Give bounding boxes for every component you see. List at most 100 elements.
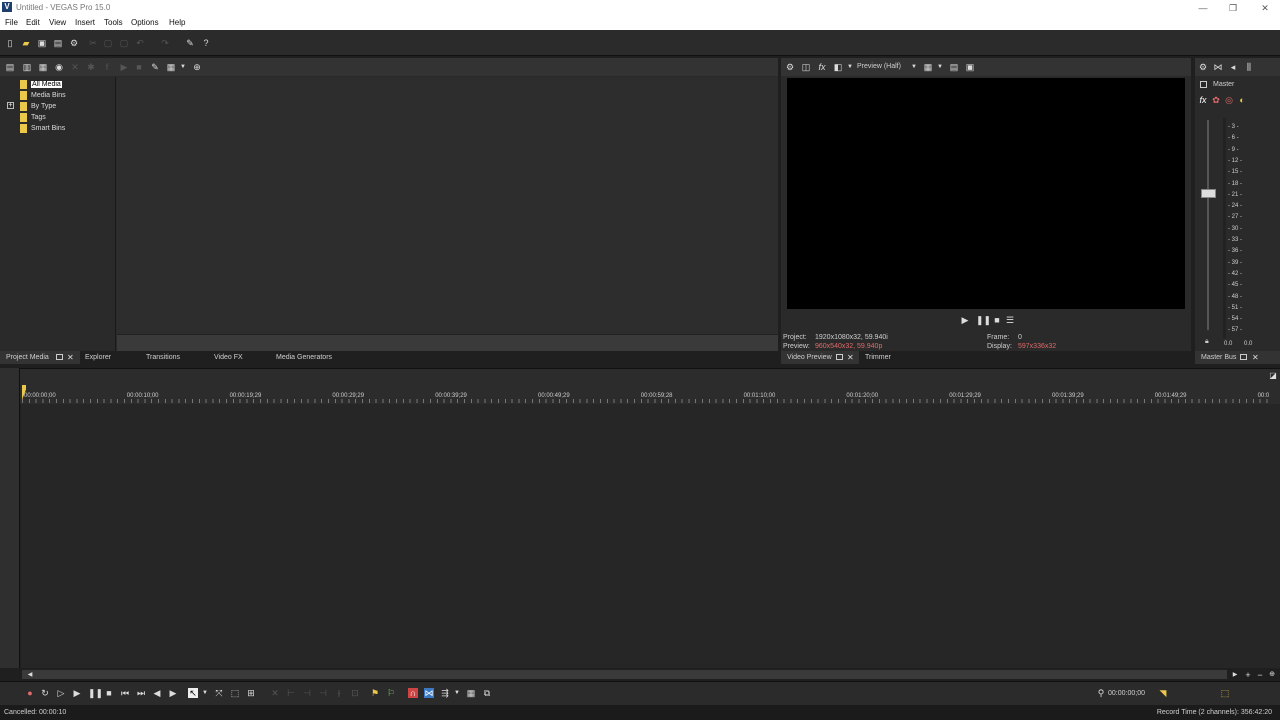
split-dropdown-icon[interactable]: ▼ — [845, 62, 855, 72]
menu-help[interactable]: Help — [169, 18, 185, 27]
timeline-horizontal-scrollbar[interactable] — [22, 670, 1227, 679]
cursor-time[interactable]: 00:00:00;00 — [1108, 690, 1145, 697]
settings-icon[interactable]: ⚙ — [69, 38, 79, 48]
trim-end-icon[interactable]: ⊣ — [318, 688, 328, 698]
timeline-vertical-scrollbar[interactable] — [1267, 404, 1280, 668]
edit-tool-icon[interactable]: ✎ — [185, 38, 195, 48]
redo-icon[interactable]: ↷ — [160, 38, 170, 48]
cut-icon[interactable]: ✂ — [88, 38, 98, 48]
record-icon[interactable]: ● — [25, 688, 35, 698]
preview-menu-icon[interactable]: ☰ — [1005, 315, 1015, 325]
timeline-expand-icon[interactable]: ◪ — [1268, 371, 1278, 381]
master-checkbox[interactable] — [1200, 81, 1207, 88]
zoom-select-icon[interactable]: ⊞ — [246, 688, 256, 698]
zoom-tool-icon[interactable]: ⊕ — [1267, 670, 1277, 680]
ripple-dropdown-icon[interactable]: ▼ — [452, 688, 462, 698]
stop-media-icon[interactable]: ■ — [134, 62, 144, 72]
pause-icon[interactable]: ❚❚ — [88, 688, 103, 698]
menu-view[interactable]: View — [49, 18, 66, 27]
save-as-icon[interactable]: ▤ — [53, 38, 63, 48]
play-from-start-icon[interactable]: ▷ — [56, 688, 66, 698]
tree-item-tags[interactable]: Tags — [20, 112, 46, 122]
preview-quality-select[interactable]: Preview (Half) — [857, 63, 901, 70]
scroll-right-icon[interactable]: ▶ — [1230, 670, 1240, 680]
play-media-icon[interactable]: ▶ — [119, 62, 129, 72]
menu-options[interactable]: Options — [131, 18, 159, 27]
import-media-icon[interactable]: ▤ — [5, 62, 15, 72]
go-to-end-icon[interactable]: ⏭︎ — [136, 688, 146, 698]
master-fx-icon[interactable]: fx — [1198, 95, 1208, 105]
close-tab-icon[interactable]: ✕ — [1252, 353, 1259, 362]
split-screen-icon[interactable]: ◧ — [833, 62, 843, 72]
save-snapshot-icon[interactable]: ▣ — [965, 62, 975, 72]
edit-tool-dropdown-icon[interactable]: ▼ — [200, 688, 210, 698]
tree-item-all-media[interactable]: All Media — [20, 79, 62, 89]
lock-envelopes-icon[interactable]: ▦ — [466, 688, 476, 698]
tab-transitions[interactable]: Transitions — [140, 351, 180, 364]
split-icon[interactable]: ⫲ — [334, 688, 344, 698]
menu-tools[interactable]: Tools — [104, 18, 123, 27]
close-icon[interactable]: ✕ — [1250, 1, 1280, 15]
mixer-settings-icon[interactable]: ⚙ — [1198, 62, 1208, 72]
stop-icon[interactable]: ■ — [104, 688, 114, 698]
master-plugin-icon[interactable]: ✿ — [1211, 95, 1221, 105]
selection-tool-icon[interactable]: ⬚ — [230, 688, 240, 698]
close-tab-icon[interactable]: ✕ — [847, 353, 854, 362]
maximize-icon[interactable]: ❐ — [1218, 1, 1248, 15]
master-fader-track[interactable] — [1207, 120, 1209, 330]
trim-icon[interactable]: ⊢ — [286, 688, 296, 698]
zoom-out-icon[interactable]: − — [1255, 670, 1265, 680]
normal-edit-tool-icon[interactable]: ↖ — [188, 688, 198, 698]
menu-file[interactable]: File — [5, 18, 18, 27]
get-media-icon[interactable]: ▦ — [38, 62, 48, 72]
tab-master-bus[interactable]: Master Bus — [1195, 351, 1280, 364]
loop-region-icon[interactable]: ⬚ — [1220, 688, 1230, 698]
insert-marker-icon[interactable]: ⚑ — [370, 688, 380, 698]
auto-ripple-icon[interactable]: ⇶ — [440, 688, 450, 698]
tree-item-media-bins[interactable]: Media Bins — [20, 90, 66, 100]
paste-icon[interactable]: ▢ — [119, 38, 129, 48]
preview-settings-icon[interactable]: ⚙ — [785, 62, 795, 72]
timeline-tracks-area[interactable] — [21, 404, 1267, 668]
copy-snapshot-icon[interactable]: ▤ — [949, 62, 959, 72]
zoom-in-icon[interactable]: + — [1243, 670, 1253, 680]
overlays-dropdown-icon[interactable]: ▼ — [935, 62, 945, 72]
menu-insert[interactable]: Insert — [75, 18, 95, 27]
downmix-icon[interactable]: ⋈ — [1213, 62, 1223, 72]
external-monitor-icon[interactable]: ◫ — [801, 62, 811, 72]
tab-video-fx[interactable]: Video FX — [208, 351, 243, 364]
envelope-tool-icon[interactable]: ⤧ — [214, 688, 224, 698]
minimize-icon[interactable]: — — [1188, 1, 1218, 15]
save-icon[interactable]: ▣ — [37, 38, 47, 48]
lock-icon[interactable]: ⊡ — [350, 688, 360, 698]
capture-icon[interactable]: ▥ — [22, 62, 32, 72]
undo-icon[interactable]: ↶ — [135, 38, 145, 48]
master-automation-icon[interactable]: ◎ — [1224, 95, 1234, 105]
media-fx-icon[interactable]: ✱ — [86, 62, 96, 72]
go-to-start-icon[interactable]: ⏮︎ — [120, 688, 130, 698]
next-frame-icon[interactable]: ▶ — [168, 688, 178, 698]
preview-pause-icon[interactable]: ❚❚ — [976, 315, 991, 325]
media-list-scrollbar[interactable] — [117, 334, 778, 351]
media-web-icon[interactable]: ◉ — [54, 62, 64, 72]
close-tab-icon[interactable]: ✕ — [67, 353, 74, 362]
undock-icon[interactable] — [56, 354, 63, 360]
dim-output-icon[interactable]: ◂ — [1228, 62, 1238, 72]
snapping-icon[interactable]: ∩ — [408, 688, 418, 698]
mixer-view-icon[interactable]: ⫼ — [1244, 62, 1254, 72]
preview-stop-icon[interactable]: ■ — [992, 315, 1002, 325]
overlays-icon[interactable]: ▦ — [923, 62, 933, 72]
delete-icon[interactable]: ✕ — [270, 688, 280, 698]
ignore-grouping-icon[interactable]: ⧉ — [482, 688, 492, 698]
remove-media-icon[interactable]: ✕ — [70, 62, 80, 72]
previous-frame-icon[interactable]: ◀ — [152, 688, 162, 698]
help-pointer-icon[interactable]: ? — [201, 38, 211, 48]
auto-preview-icon[interactable]: ✎ — [150, 62, 160, 72]
media-fx-plugin-icon[interactable]: f — [102, 62, 112, 72]
undock-icon[interactable] — [836, 354, 843, 360]
quality-dropdown-icon[interactable]: ▼ — [909, 62, 919, 72]
loop-icon[interactable]: ↻ — [40, 688, 50, 698]
tree-item-smart-bins[interactable]: Smart Bins — [20, 123, 65, 133]
new-project-icon[interactable]: ▯ — [5, 38, 15, 48]
search-media-icon[interactable]: ⊕ — [192, 62, 202, 72]
